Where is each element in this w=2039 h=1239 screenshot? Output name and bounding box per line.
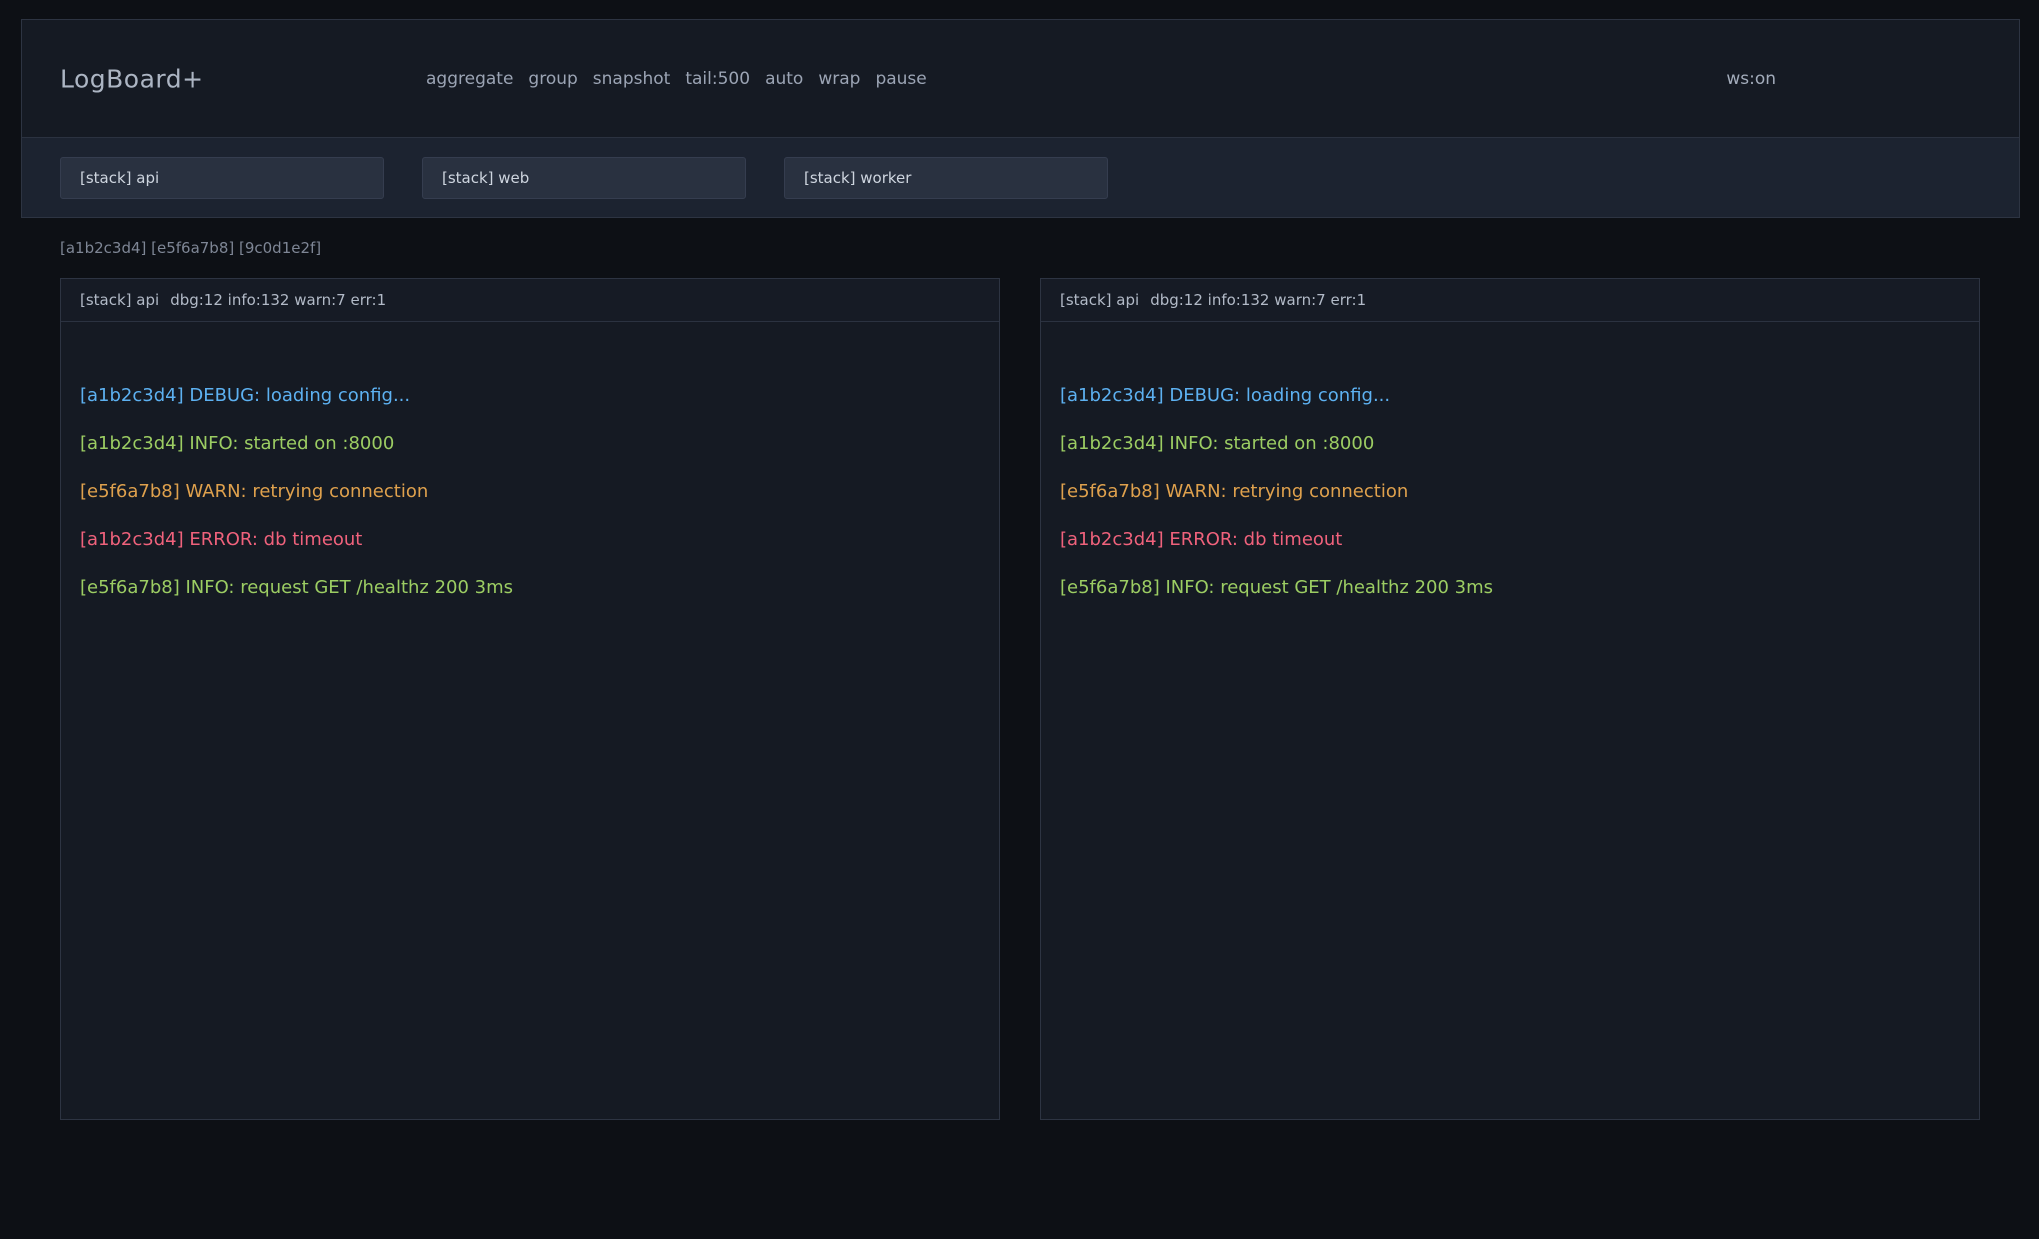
log-panel-right: [stack] api dbg:12 info:132 warn:7 err:1…	[1040, 278, 1980, 1120]
stack-tab-web[interactable]: [stack] web	[422, 157, 746, 199]
stack-tab-api[interactable]: [stack] api	[60, 157, 384, 199]
app-title: LogBoard+	[60, 64, 204, 93]
log-line: [a1b2c3d4] DEBUG: loading config...	[1060, 372, 1960, 420]
stack-tab-worker[interactable]: [stack] worker	[784, 157, 1108, 199]
log-panel-header: [stack] api dbg:12 info:132 warn:7 err:1	[61, 279, 999, 322]
log-line: [a1b2c3d4] ERROR: db timeout	[80, 516, 980, 564]
toolbar-item-snapshot[interactable]: snapshot	[593, 69, 671, 89]
panel-stack-title: [stack] api	[1060, 291, 1139, 309]
panel-level-stats: dbg:12 info:132 warn:7 err:1	[170, 291, 386, 309]
request-ids: [a1b2c3d4] [e5f6a7b8] [9c0d1e2f]	[60, 239, 321, 257]
log-line: [a1b2c3d4] ERROR: db timeout	[1060, 516, 1960, 564]
log-panel-body: [a1b2c3d4] DEBUG: loading config... [a1b…	[1041, 322, 1979, 612]
log-panel-body: [a1b2c3d4] DEBUG: loading config... [a1b…	[61, 322, 999, 612]
toolbar-item-pause[interactable]: pause	[875, 69, 926, 89]
toolbar-item-tail[interactable]: tail:500	[685, 69, 750, 89]
toolbar-item-wrap[interactable]: wrap	[818, 69, 860, 89]
log-line: [e5f6a7b8] INFO: request GET /healthz 20…	[1060, 564, 1960, 612]
panel-stack-title: [stack] api	[80, 291, 159, 309]
toolbar-item-aggregate[interactable]: aggregate	[426, 69, 513, 89]
toolbar-item-group[interactable]: group	[528, 69, 577, 89]
log-line: [a1b2c3d4] INFO: started on :8000	[1060, 420, 1960, 468]
stack-tab-row: [stack] api [stack] web [stack] worker	[22, 137, 2019, 217]
log-line: [a1b2c3d4] DEBUG: loading config...	[80, 372, 980, 420]
log-panel-header: [stack] api dbg:12 info:132 warn:7 err:1	[1041, 279, 1979, 322]
toolbar: aggregate group snapshot tail:500 auto w…	[426, 69, 927, 89]
log-line: [e5f6a7b8] WARN: retrying connection	[80, 468, 980, 516]
log-panel-left: [stack] api dbg:12 info:132 warn:7 err:1…	[60, 278, 1000, 1120]
panel-level-stats: dbg:12 info:132 warn:7 err:1	[1150, 291, 1366, 309]
log-line: [e5f6a7b8] WARN: retrying connection	[1060, 468, 1960, 516]
log-panels: [stack] api dbg:12 info:132 warn:7 err:1…	[60, 278, 1980, 1120]
top-bar: LogBoard+ aggregate group snapshot tail:…	[21, 19, 2020, 218]
toolbar-item-auto[interactable]: auto	[765, 69, 803, 89]
log-line: [e5f6a7b8] INFO: request GET /healthz 20…	[80, 564, 980, 612]
ws-status-badge: ws:on	[1726, 69, 1776, 89]
header-row: LogBoard+ aggregate group snapshot tail:…	[22, 20, 2019, 137]
log-line: [a1b2c3d4] INFO: started on :8000	[80, 420, 980, 468]
